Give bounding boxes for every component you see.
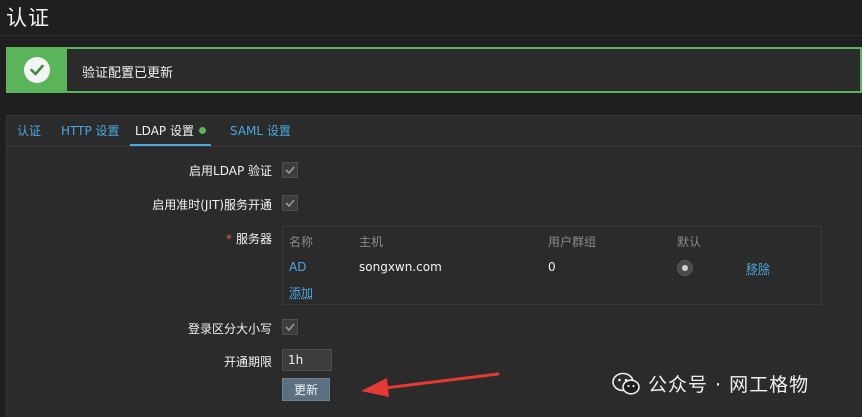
watermark: 公众号 · 网工格物 xyxy=(612,370,809,397)
provision-period-input[interactable] xyxy=(282,349,332,371)
enable-jit-label: 启用准时(JIT)服务开通 xyxy=(152,198,272,212)
check-circle-icon xyxy=(23,57,50,83)
servers-label: * 服务器 xyxy=(225,232,272,246)
column-header-default: 默认 xyxy=(677,235,702,249)
checkmark-icon xyxy=(285,323,295,331)
title-divider xyxy=(0,35,862,36)
alert-icon-container xyxy=(6,47,67,93)
enable-ldap-label: 启用LDAP 验证 xyxy=(189,164,272,178)
watermark-text: 公众号 · 网工格物 xyxy=(648,374,810,396)
provision-period-label: 开通期限 xyxy=(223,355,272,369)
success-alert: 验证配置已更新 xyxy=(6,47,862,93)
add-server-link[interactable]: 添加 xyxy=(289,284,313,301)
alert-message: 验证配置已更新 xyxy=(82,66,174,81)
checkmark-icon xyxy=(285,199,295,207)
column-header-host: 主机 xyxy=(359,235,384,249)
tab-http-settings[interactable]: HTTP 设置 xyxy=(61,116,120,146)
tab-ldap-settings[interactable]: LDAP 设置 xyxy=(130,116,211,146)
server-host: songxwn.com xyxy=(359,260,442,274)
update-button[interactable]: 更新 xyxy=(282,378,330,401)
status-dot-icon xyxy=(198,127,206,134)
enable-ldap-checkbox[interactable] xyxy=(282,162,298,178)
servers-table: 名称 主机 用户群组 默认 AD songxwn.com 0 移除 添加 xyxy=(282,226,822,305)
wechat-icon xyxy=(612,372,640,395)
tab-bar: 认证 HTTP 设置 LDAP 设置 SAML 设置 xyxy=(7,116,862,147)
column-header-name: 名称 xyxy=(289,235,314,249)
page-title: 认证 xyxy=(6,6,50,30)
annotation-arrow-icon xyxy=(361,372,500,397)
tab-ldap-label: LDAP 设置 xyxy=(135,124,194,138)
default-server-radio[interactable] xyxy=(677,260,693,276)
required-mark: * xyxy=(225,232,232,246)
remove-server-link[interactable]: 移除 xyxy=(746,260,770,277)
server-user-groups: 0 xyxy=(548,260,556,274)
enable-jit-checkbox[interactable] xyxy=(282,195,298,211)
checkmark-icon xyxy=(285,166,295,174)
tab-saml-settings[interactable]: SAML 设置 xyxy=(230,116,291,146)
column-header-user-groups: 用户群组 xyxy=(548,235,597,249)
case-sensitive-label: 登录区分大小写 xyxy=(187,322,272,336)
case-sensitive-checkbox[interactable] xyxy=(282,319,298,335)
tab-authentication[interactable]: 认证 xyxy=(17,116,41,146)
server-name-link[interactable]: AD xyxy=(289,260,306,274)
